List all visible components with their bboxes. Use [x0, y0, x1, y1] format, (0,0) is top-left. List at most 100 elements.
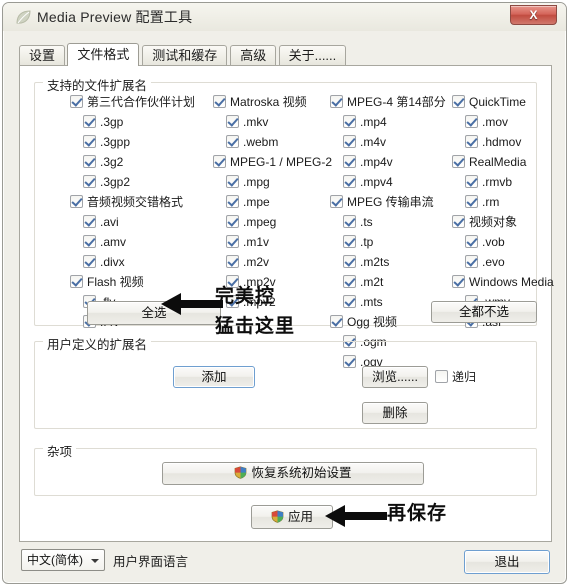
extension-checkbox-row[interactable]: .mp4v: [330, 154, 393, 171]
extension-family-row[interactable]: QuickTime: [452, 94, 526, 111]
extension-family-row[interactable]: RealMedia: [452, 154, 526, 171]
checkbox-box[interactable]: [452, 95, 465, 108]
extension-family-row[interactable]: 第三代合作伙伴计划: [70, 94, 195, 111]
extension-checkbox-row[interactable]: .3gp: [70, 114, 123, 131]
extension-checkbox-row[interactable]: .m2ts: [330, 254, 389, 271]
checkbox-box[interactable]: [343, 115, 356, 128]
extension-checkbox-row[interactable]: .m2v: [213, 254, 269, 271]
checkbox-box[interactable]: [83, 215, 96, 228]
extension-checkbox-row[interactable]: .3gpp: [70, 134, 130, 151]
extension-checkbox-row[interactable]: .mkv: [213, 114, 268, 131]
close-button[interactable]: X: [510, 5, 557, 25]
checkbox-box[interactable]: [343, 175, 356, 188]
extension-checkbox-row[interactable]: .mpv4: [330, 174, 393, 191]
extension-checkbox-row[interactable]: .m4v: [330, 134, 386, 151]
checkbox-box[interactable]: [83, 115, 96, 128]
checkbox-box[interactable]: [226, 255, 239, 268]
extension-checkbox-row[interactable]: .m1v: [213, 234, 269, 251]
checkbox-box[interactable]: [213, 155, 226, 168]
extension-family-row[interactable]: 音频视频交错格式: [70, 194, 183, 211]
extension-checkbox-row[interactable]: .m2t: [330, 274, 383, 291]
checkbox-box[interactable]: [226, 135, 239, 148]
tab-3[interactable]: 高级: [230, 45, 277, 65]
tab-1[interactable]: 文件格式: [67, 43, 140, 66]
checkbox-box[interactable]: [452, 215, 465, 228]
checkbox-box[interactable]: [226, 115, 239, 128]
checkbox-box[interactable]: [330, 195, 343, 208]
extension-checkbox-row[interactable]: .divx: [70, 254, 125, 271]
tab-2[interactable]: 测试和缓存: [142, 45, 228, 65]
extension-family-row[interactable]: MPEG-4 第14部分: [330, 94, 446, 111]
recursive-checkbox[interactable]: 递归: [435, 370, 476, 384]
checkbox-box[interactable]: [465, 235, 478, 248]
extension-family-row[interactable]: Ogg 视频: [330, 314, 397, 331]
checkbox-box[interactable]: [343, 295, 356, 308]
extension-checkbox-row[interactable]: .3gp2: [70, 174, 130, 191]
extension-checkbox-row[interactable]: .webm: [213, 134, 278, 151]
extension-checkbox-row[interactable]: .3g2: [70, 154, 123, 171]
checkbox-box[interactable]: [83, 155, 96, 168]
tab-4[interactable]: 关于......: [278, 45, 347, 65]
checkbox-box[interactable]: [465, 175, 478, 188]
extension-family-row[interactable]: Flash 视频: [70, 274, 144, 291]
checkbox-box[interactable]: [452, 275, 465, 288]
checkbox-box[interactable]: [343, 235, 356, 248]
chevron-down-icon[interactable]: [91, 559, 99, 563]
delete-button[interactable]: 删除: [362, 402, 428, 424]
extension-checkbox-row[interactable]: .ts: [330, 214, 373, 231]
select-none-button[interactable]: 全都不选: [431, 301, 537, 323]
checkbox-box[interactable]: [343, 155, 356, 168]
checkbox-label: .mpv4: [360, 175, 393, 189]
checkbox-box[interactable]: [343, 255, 356, 268]
checkbox-box[interactable]: [83, 255, 96, 268]
apply-button[interactable]: 应用: [251, 505, 333, 529]
extension-checkbox-row[interactable]: .mts: [330, 294, 383, 311]
checkbox-box[interactable]: [213, 95, 226, 108]
checkbox-box[interactable]: [226, 215, 239, 228]
checkbox-box[interactable]: [465, 115, 478, 128]
tab-0[interactable]: 设置: [19, 45, 66, 65]
checkbox-box[interactable]: [343, 275, 356, 288]
extension-family-row[interactable]: MPEG-1 / MPEG-2: [213, 154, 332, 171]
checkbox-box[interactable]: [465, 255, 478, 268]
browse-button[interactable]: 浏览......: [362, 366, 428, 388]
checkbox-box[interactable]: [465, 135, 478, 148]
checkbox-box[interactable]: [226, 175, 239, 188]
extension-checkbox-row[interactable]: .hdmov: [452, 134, 521, 151]
checkbox-box[interactable]: [70, 275, 83, 288]
recursive-checkbox-box[interactable]: [435, 370, 448, 383]
restore-defaults-button[interactable]: 恢复系统初始设置: [162, 462, 424, 485]
extension-checkbox-row[interactable]: .mpeg: [213, 214, 276, 231]
checkbox-box[interactable]: [226, 195, 239, 208]
extension-family-row[interactable]: Windows Media: [452, 274, 554, 291]
extension-checkbox-row[interactable]: .mp4: [330, 114, 387, 131]
checkbox-box[interactable]: [83, 235, 96, 248]
extension-checkbox-row[interactable]: .mov: [452, 114, 508, 131]
extension-checkbox-row[interactable]: .mpg: [213, 174, 270, 191]
checkbox-box[interactable]: [226, 235, 239, 248]
extension-checkbox-row[interactable]: .evo: [452, 254, 505, 271]
extension-checkbox-row[interactable]: .rmvb: [452, 174, 512, 191]
checkbox-box[interactable]: [330, 315, 343, 328]
checkbox-box[interactable]: [330, 95, 343, 108]
quit-button[interactable]: 退出: [464, 550, 550, 574]
checkbox-box[interactable]: [83, 135, 96, 148]
checkbox-box[interactable]: [70, 95, 83, 108]
checkbox-box[interactable]: [465, 195, 478, 208]
extension-checkbox-row[interactable]: .tp: [330, 234, 373, 251]
add-button[interactable]: 添加: [173, 366, 255, 388]
checkbox-box[interactable]: [343, 215, 356, 228]
checkbox-box[interactable]: [452, 155, 465, 168]
extension-checkbox-row[interactable]: .avi: [70, 214, 119, 231]
extension-checkbox-row[interactable]: .vob: [452, 234, 505, 251]
extension-checkbox-row[interactable]: .amv: [70, 234, 126, 251]
checkbox-box[interactable]: [83, 175, 96, 188]
extension-checkbox-row[interactable]: .mpe: [213, 194, 270, 211]
checkbox-box[interactable]: [343, 135, 356, 148]
extension-family-row[interactable]: Matroska 视频: [213, 94, 307, 111]
checkbox-box[interactable]: [70, 195, 83, 208]
language-select[interactable]: 中文(简体): [21, 549, 105, 571]
extension-family-row[interactable]: 视频对象: [452, 214, 517, 231]
extension-family-row[interactable]: MPEG 传输串流: [330, 194, 434, 211]
extension-checkbox-row[interactable]: .rm: [452, 194, 499, 211]
